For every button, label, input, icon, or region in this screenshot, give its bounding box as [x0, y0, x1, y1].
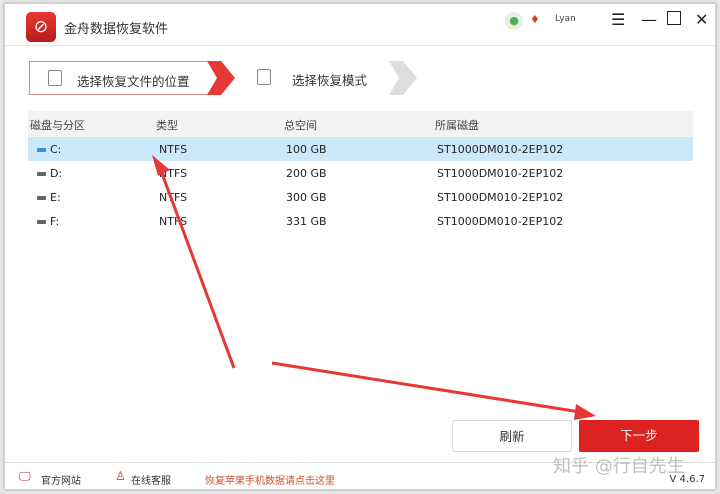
fs-type: NTFS — [159, 167, 187, 180]
partition-table: 磁盘与分区 类型 总空间 所属磁盘 C: NTFS 100 GB ST1000D… — [28, 111, 693, 233]
step-label: 选择恢复模式 — [292, 70, 367, 89]
column-header: 总空间 — [284, 117, 317, 133]
drive-letter: D: — [50, 167, 62, 180]
table-row[interactable]: D: NTFS 200 GB ST1000DM010-2EP102 — [28, 161, 693, 185]
step-select-location: 选择恢复文件的位置 — [29, 61, 214, 95]
fs-type: NTFS — [159, 191, 187, 204]
website-link[interactable]: 官方网站 — [41, 472, 81, 487]
disk-name: ST1000DM010-2EP102 — [437, 215, 563, 228]
fs-type: NTFS — [159, 215, 187, 228]
disk-name: ST1000DM010-2EP102 — [437, 143, 563, 156]
monitor-icon: 🖵 — [19, 469, 31, 484]
table-header: 磁盘与分区 类型 总空间 所属磁盘 — [28, 111, 693, 137]
size: 331 GB — [286, 215, 327, 228]
column-header: 磁盘与分区 — [30, 117, 85, 133]
watermark: 知乎 @行自先生 — [553, 452, 685, 478]
drive-icon — [37, 172, 46, 176]
step-label: 选择恢复文件的位置 — [77, 71, 190, 90]
disk-name: ST1000DM010-2EP102 — [437, 167, 563, 180]
iphone-recovery-link[interactable]: 恢复苹果手机数据请点击这里 — [205, 472, 335, 487]
size: 300 GB — [286, 191, 327, 204]
close-button[interactable]: ✕ — [695, 10, 708, 29]
minimize-button[interactable]: — — [641, 10, 657, 29]
step-select-mode: 选择恢复模式 — [239, 61, 399, 95]
support-person-icon: ♙ — [115, 469, 126, 483]
table-row[interactable]: E: NTFS 300 GB ST1000DM010-2EP102 — [28, 185, 693, 209]
size: 100 GB — [286, 143, 327, 156]
drive-letter: C: — [50, 143, 61, 156]
column-header: 所属磁盘 — [435, 117, 479, 133]
table-row[interactable]: F: NTFS 331 GB ST1000DM010-2EP102 — [28, 209, 693, 233]
title-bar: ⊘ 金舟数据恢复软件 ● ♦ Lyan ☰ — ✕ — [5, 4, 715, 46]
step-chevron-icon — [389, 61, 421, 95]
wechat-icon[interactable]: ● — [505, 12, 523, 30]
next-step-button[interactable]: 下一步 — [579, 420, 699, 452]
column-header: 类型 — [156, 117, 178, 133]
size: 200 GB — [286, 167, 327, 180]
app-title: 金舟数据恢复软件 — [64, 18, 168, 37]
disk-name: ST1000DM010-2EP102 — [437, 191, 563, 204]
drive-icon — [37, 196, 46, 200]
support-link[interactable]: 在线客服 — [131, 472, 171, 487]
fs-type: NTFS — [159, 143, 187, 156]
app-window: ⊘ 金舟数据恢复软件 ● ♦ Lyan ☰ — ✕ 选择恢复文件的位置 选择恢复… — [4, 3, 716, 490]
app-logo-icon: ⊘ — [26, 12, 56, 42]
maximize-button[interactable] — [667, 11, 681, 25]
step-chevron-active-icon — [207, 61, 239, 95]
menu-icon[interactable]: ☰ — [611, 10, 625, 29]
drive-letter: E: — [50, 191, 61, 204]
username[interactable]: Lyan — [555, 14, 576, 24]
folder-icon — [48, 70, 62, 86]
drive-letter: F: — [50, 215, 59, 228]
drive-icon — [37, 220, 46, 224]
refresh-button[interactable]: 刷新 — [452, 420, 572, 452]
drive-icon — [37, 148, 46, 152]
table-row[interactable]: C: NTFS 100 GB ST1000DM010-2EP102 — [28, 137, 693, 161]
vip-gem-icon[interactable]: ♦ — [530, 13, 540, 26]
disk-icon — [257, 69, 271, 85]
